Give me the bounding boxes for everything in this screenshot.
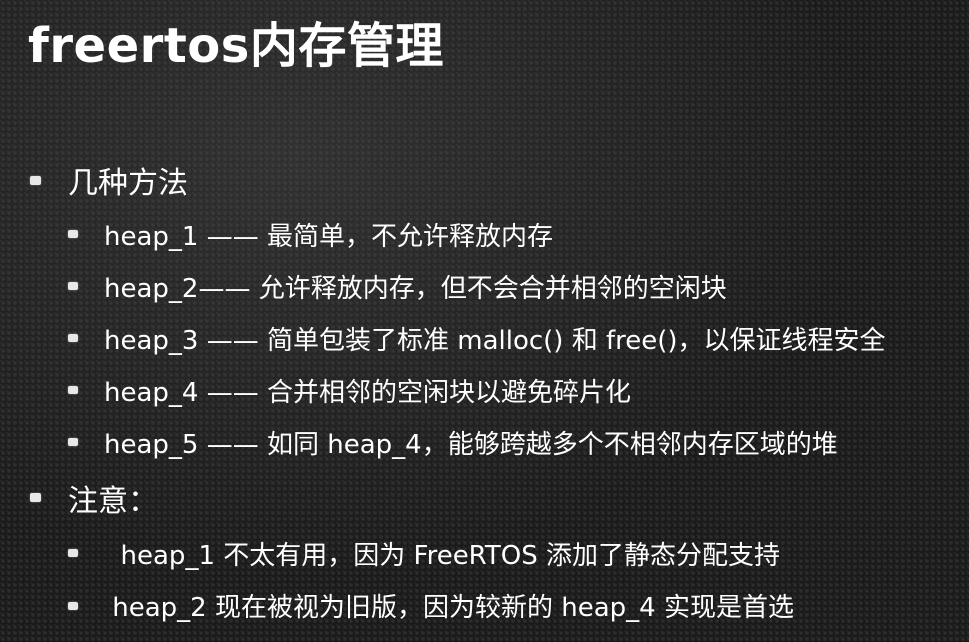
bullet-icon xyxy=(30,493,41,502)
bullet-icon xyxy=(68,549,78,557)
list-item-heap-4: heap_4 —— 合并相邻的空闲块以避免碎片化 xyxy=(104,378,631,408)
bullet-icon xyxy=(68,386,78,394)
section-heading-notes: 注意： xyxy=(68,484,158,519)
bullet-icon xyxy=(68,334,78,342)
list-item-heap-3: heap_3 —— 简单包装了标准 malloc() 和 free()，以保证线… xyxy=(104,326,886,356)
bullet-icon xyxy=(68,438,78,446)
bullet-icon xyxy=(68,230,78,238)
list-item-heap-5: heap_5 —— 如同 heap_4，能够跨越多个不相邻内存区域的堆 xyxy=(104,430,838,460)
bullet-icon xyxy=(30,176,41,185)
list-item-heap-2: heap_2—— 允许释放内存，但不会合并相邻的空闲块 xyxy=(104,274,727,304)
slide: freertos内存管理 几种方法 heap_1 —— 最简单，不允许释放内存 … xyxy=(0,0,969,642)
list-item-heap-1: heap_1 —— 最简单，不允许释放内存 xyxy=(104,222,553,252)
bullet-icon xyxy=(68,602,78,610)
note-item-heap-2: heap_2 现在被视为旧版，因为较新的 heap_4 实现是首选 xyxy=(104,593,794,623)
slide-title: freertos内存管理 xyxy=(28,18,444,74)
bullet-icon xyxy=(68,282,78,290)
section-heading-methods: 几种方法 xyxy=(68,166,188,201)
note-item-heap-1: heap_1 不太有用，因为 FreeRTOS 添加了静态分配支持 xyxy=(104,541,780,571)
